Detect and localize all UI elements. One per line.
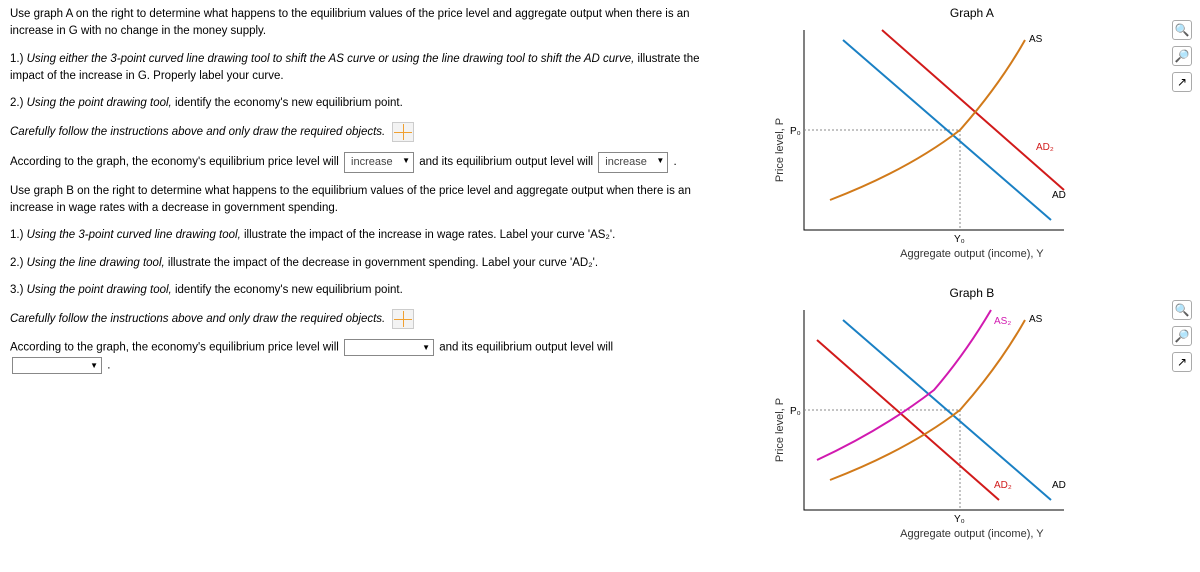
step-b1-rest: illustrate the impact of the increase in… bbox=[241, 229, 616, 241]
step-a2-rest: identify the economy's new equilibrium p… bbox=[172, 97, 403, 109]
intro-b: Use graph B on the right to determine wh… bbox=[10, 183, 734, 218]
zoom-out-icon[interactable]: 🔎 bbox=[1172, 46, 1192, 66]
popout-icon[interactable]: ↗ bbox=[1172, 72, 1192, 92]
step-a2-italic: Using the point drawing tool, bbox=[27, 97, 172, 109]
step-b3: 3.) Using the point drawing tool, identi… bbox=[10, 282, 734, 299]
graph-b-svg: P₀ Y₀ AS AS₂ AD AD₂ bbox=[754, 300, 1094, 530]
as-label-b: AS bbox=[1029, 314, 1043, 325]
step-a2: 2.) Using the point drawing tool, identi… bbox=[10, 95, 734, 112]
answer-b-period: . bbox=[107, 359, 110, 371]
follow-b-text: Carefully follow the instructions above … bbox=[10, 313, 385, 325]
answer-a-period: . bbox=[674, 156, 677, 168]
follow-b: Carefully follow the instructions above … bbox=[10, 309, 734, 329]
graph-a-xlabel: Aggregate output (income), Y bbox=[754, 248, 1190, 260]
step-b1-italic: Using the 3-point curved line drawing to… bbox=[27, 229, 241, 241]
zoom-in-icon[interactable]: 🔍 bbox=[1172, 300, 1192, 320]
drawing-tool-icon[interactable] bbox=[392, 122, 414, 142]
graph-a-svg: P₀ Y₀ AS AD AD₂ bbox=[754, 20, 1094, 250]
graph-a-ylabel: Price level, P bbox=[774, 118, 786, 182]
answer-a-part2: and its equilibrium output level will bbox=[419, 156, 596, 168]
output-b-select[interactable] bbox=[12, 357, 102, 374]
step-a2-prefix: 2.) bbox=[10, 97, 27, 109]
step-b3-italic: Using the point drawing tool, bbox=[27, 284, 172, 296]
price-a-select[interactable]: increase bbox=[344, 152, 414, 173]
answer-b-part2: and its equilibrium output level will bbox=[439, 342, 613, 354]
step-a1-italic: Using either the 3-point curved line dra… bbox=[27, 53, 635, 65]
intro-a: Use graph A on the right to determine wh… bbox=[10, 6, 734, 41]
y0-tick-a: Y₀ bbox=[954, 234, 965, 245]
step-b3-rest: identify the economy's new equilibrium p… bbox=[172, 284, 403, 296]
graph-b-xlabel: Aggregate output (income), Y bbox=[754, 528, 1190, 540]
ad-label-a: AD bbox=[1052, 190, 1066, 201]
drawing-tool-icon[interactable] bbox=[392, 309, 414, 329]
graphs-panel: Graph A Price level, P 🔍 🔎 ↗ P₀ bbox=[754, 6, 1190, 566]
step-a1: 1.) Using either the 3-point curved line… bbox=[10, 51, 734, 86]
ad-label-b: AD bbox=[1052, 480, 1066, 491]
step-b2: 2.) Using the line drawing tool, illustr… bbox=[10, 255, 734, 272]
ad2-label-a: AD₂ bbox=[1036, 142, 1054, 153]
price-b-select[interactable] bbox=[344, 339, 434, 356]
follow-a: Carefully follow the instructions above … bbox=[10, 122, 734, 142]
y0-tick-b: Y₀ bbox=[954, 514, 965, 525]
answer-b-sentence: According to the graph, the economy's eq… bbox=[10, 339, 734, 375]
as2-label-b: AS₂ bbox=[994, 316, 1011, 327]
p0-tick-b: P₀ bbox=[790, 406, 801, 417]
graph-b-title: Graph B bbox=[754, 286, 1190, 300]
zoom-out-icon[interactable]: 🔎 bbox=[1172, 326, 1192, 346]
graph-a-title: Graph A bbox=[754, 6, 1190, 20]
as-label-a: AS bbox=[1029, 34, 1043, 45]
graph-a-tools: 🔍 🔎 ↗ bbox=[1172, 20, 1192, 92]
answer-b-part1: According to the graph, the economy's eq… bbox=[10, 342, 342, 354]
step-b2-italic: Using the line drawing tool, bbox=[27, 257, 165, 269]
step-b2-rest: illustrate the impact of the decrease in… bbox=[165, 257, 598, 269]
graph-b[interactable]: Price level, P 🔍 🔎 ↗ P₀ Y₀ bbox=[754, 300, 1190, 560]
answer-a-sentence: According to the graph, the economy's eq… bbox=[10, 152, 734, 173]
follow-a-text: Carefully follow the instructions above … bbox=[10, 126, 385, 138]
graph-b-tools: 🔍 🔎 ↗ bbox=[1172, 300, 1192, 372]
step-b1: 1.) Using the 3-point curved line drawin… bbox=[10, 227, 734, 244]
step-b2-prefix: 2.) bbox=[10, 257, 27, 269]
p0-tick-a: P₀ bbox=[790, 126, 801, 137]
instructions-panel: Use graph A on the right to determine wh… bbox=[10, 6, 754, 566]
step-b1-prefix: 1.) bbox=[10, 229, 27, 241]
step-a1-prefix: 1.) bbox=[10, 53, 27, 65]
ad2-label-b: AD₂ bbox=[994, 480, 1012, 491]
graph-b-ylabel: Price level, P bbox=[774, 398, 786, 462]
graph-a[interactable]: Price level, P 🔍 🔎 ↗ P₀ Y₀ bbox=[754, 20, 1190, 280]
answer-a-part1: According to the graph, the economy's eq… bbox=[10, 156, 342, 168]
step-b3-prefix: 3.) bbox=[10, 284, 27, 296]
zoom-in-icon[interactable]: 🔍 bbox=[1172, 20, 1192, 40]
popout-icon[interactable]: ↗ bbox=[1172, 352, 1192, 372]
output-a-select[interactable]: increase bbox=[598, 152, 668, 173]
